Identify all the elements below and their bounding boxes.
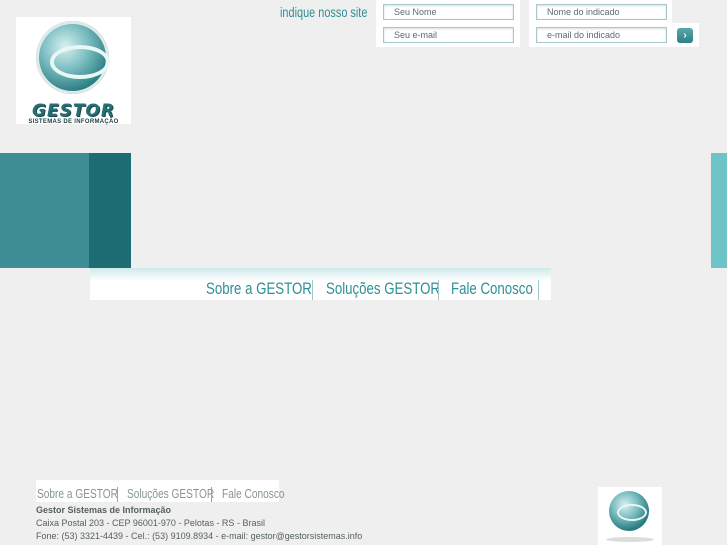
banner-block-light bbox=[711, 153, 727, 268]
friend-email-input[interactable] bbox=[536, 27, 667, 43]
logo-subtitle: SISTEMAS DE INFORMAÇÃO bbox=[28, 119, 119, 125]
footer-solutions-link[interactable]: Soluções GESTOR bbox=[127, 486, 214, 501]
gestor-logo[interactable]: GESTOR SISTEMAS DE INFORMAÇÃO bbox=[16, 17, 131, 125]
footer-nav-divider bbox=[211, 487, 212, 502]
your-name-input[interactable] bbox=[383, 4, 514, 20]
footer-contact: Fone: (53) 3321-4439 - Cel.: (53) 9109.8… bbox=[36, 531, 363, 541]
footer-nav-divider bbox=[117, 487, 118, 502]
banner-block-teal bbox=[0, 153, 89, 268]
friend-name-input[interactable] bbox=[536, 4, 667, 20]
footer-address: Caixa Postal 203 - CEP 96001-970 - Pelot… bbox=[36, 518, 265, 528]
gestor-logo-icon bbox=[36, 21, 110, 94]
logo-brand-text: GESTOR bbox=[32, 101, 115, 121]
logo-shadow bbox=[606, 537, 654, 542]
footer-company-name: Gestor Sistemas de Informação bbox=[36, 505, 172, 515]
indicate-site-label: indique nosso site bbox=[280, 4, 368, 20]
chevron-right-icon: › bbox=[683, 30, 687, 41]
footer-about-link[interactable]: Sobre a GESTOR bbox=[37, 486, 118, 501]
nav-about-link[interactable]: Sobre a GESTOR bbox=[206, 279, 312, 301]
send-indication-button[interactable]: › bbox=[677, 28, 693, 43]
banner-block-dark bbox=[89, 153, 131, 268]
footer-contact-link[interactable]: Fale Conosco bbox=[222, 486, 285, 501]
nav-divider bbox=[438, 280, 439, 300]
your-email-input[interactable] bbox=[383, 27, 514, 43]
nav-contact-link[interactable]: Fale Conosco bbox=[451, 279, 533, 301]
footer-logo bbox=[598, 487, 662, 545]
nav-solutions-link[interactable]: Soluções GESTOR bbox=[326, 279, 440, 301]
nav-divider bbox=[538, 280, 539, 300]
nav-divider bbox=[312, 280, 313, 300]
gestor-logo-icon bbox=[609, 491, 649, 531]
